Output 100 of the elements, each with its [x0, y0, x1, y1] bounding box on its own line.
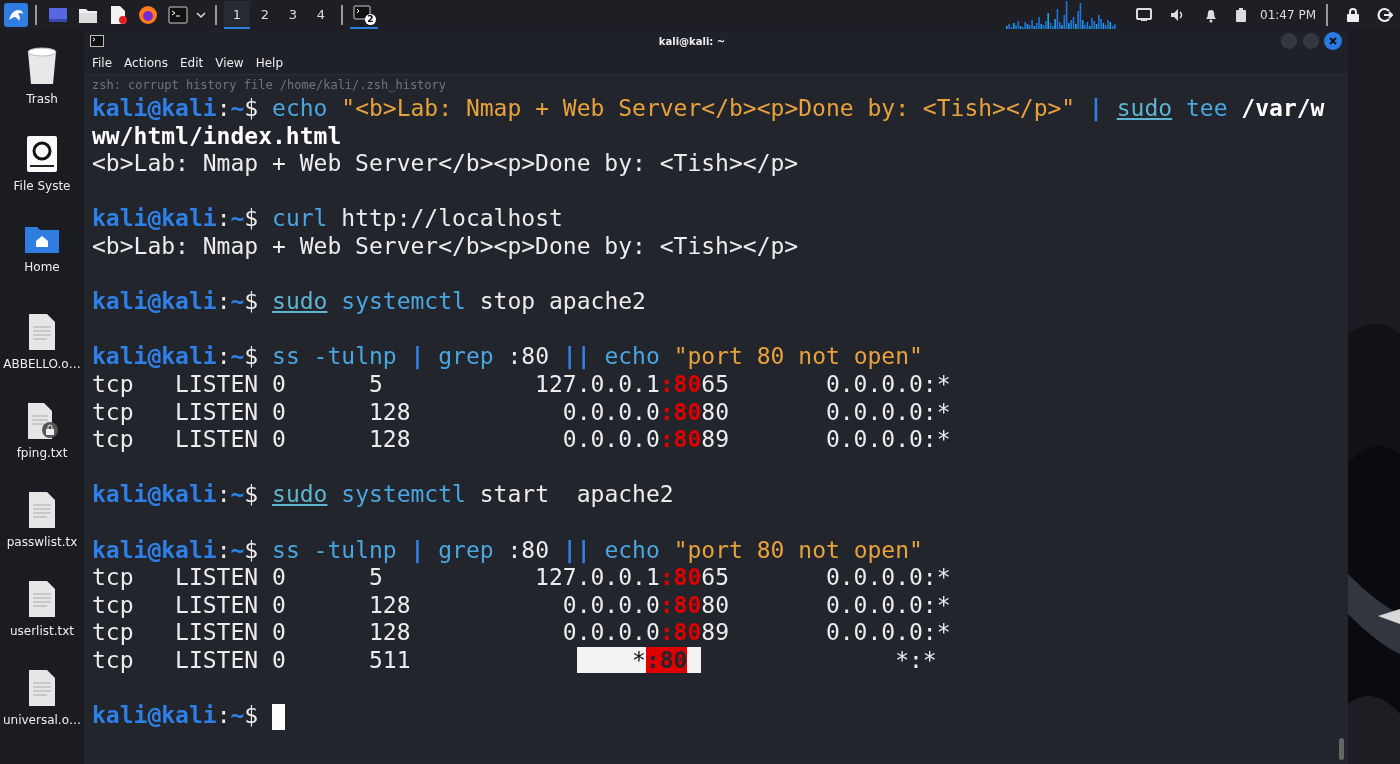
prompt-user: ~ — [230, 288, 245, 315]
bell-icon[interactable] — [1203, 7, 1219, 23]
menu-item[interactable]: File — [92, 56, 113, 70]
workspace-tab[interactable]: 3 — [280, 1, 306, 29]
terminal-text: *:* — [894, 646, 937, 673]
text-file-icon[interactable] — [27, 491, 57, 529]
terminal-text: start apache2 — [478, 481, 674, 508]
terminal-text: tcp LISTEN 0 128 0.0.0.0 — [92, 591, 660, 618]
file-label[interactable]: universal.o… — [2, 713, 82, 727]
sudo-word: sudo — [272, 481, 328, 508]
drive-icon[interactable] — [26, 135, 58, 173]
terminal-text: $ — [244, 343, 260, 370]
terminal-text: $ — [244, 95, 260, 121]
close-button[interactable] — [1324, 32, 1342, 50]
command-word: ss -tulnp — [272, 536, 397, 563]
document-icon — [109, 5, 127, 25]
file-label[interactable]: Home — [24, 260, 60, 274]
terminal-text: tcp LISTEN 0 128 0.0.0.0 — [92, 619, 660, 646]
terminal-text: 80 0.0.0.0:* — [701, 591, 951, 618]
pipe-operator: | — [1088, 95, 1104, 121]
prompt-user: kali@kali — [92, 95, 217, 121]
prompt-user: ~ — [230, 536, 245, 563]
pipe-operator: || — [561, 536, 591, 563]
terminal-task-button[interactable]: 2 — [350, 1, 378, 29]
terminal-text: : — [216, 288, 231, 315]
terminal-text: $ — [244, 702, 260, 729]
terminal-text: tcp LISTEN 0 5 127.0.0.1 — [92, 564, 660, 591]
command-word: tee — [1184, 95, 1228, 121]
match-highlight: :80 — [659, 398, 702, 425]
terminal-text: 80 0.0.0.0:* — [701, 398, 951, 425]
terminal-icon — [90, 35, 104, 47]
window-title: kali@kali: ~ — [657, 35, 727, 47]
app-menu-button[interactable] — [4, 3, 28, 27]
command-word: systemctl — [340, 481, 466, 508]
terminal-text: <b>Lab: Nmap + Web Server</b><p>Done by: <Tish></p> — [92, 150, 799, 177]
command-word: grep — [437, 343, 494, 370]
folder-icon — [78, 6, 98, 24]
workspace-tab[interactable]: 1 — [224, 1, 250, 29]
file-label[interactable]: File Syste — [13, 179, 71, 193]
terminal-text: :80 — [506, 343, 549, 370]
globe-icon — [138, 5, 158, 25]
terminal-text: tcp LISTEN 0 5 127.0.0.1 — [92, 370, 660, 397]
text-file-icon[interactable] — [27, 313, 57, 351]
prompt-user: ~ — [230, 343, 245, 370]
terminal-text: : — [216, 343, 231, 370]
terminal-text: tcp LISTEN 0 128 0.0.0.0 — [92, 426, 660, 453]
menu-item[interactable]: Actions — [124, 56, 168, 70]
terminal-text: : — [216, 702, 231, 729]
caret-icon[interactable] — [196, 11, 206, 19]
monitor-icon — [48, 6, 68, 24]
file-label[interactable]: userlist.txt — [9, 624, 75, 638]
display-icon[interactable] — [1135, 7, 1153, 23]
text-file-icon[interactable] — [27, 669, 57, 707]
prompt-user: ~ — [230, 95, 245, 121]
terminal-text: 65 0.0.0.0:* — [701, 564, 951, 591]
pipe-operator: | — [409, 536, 425, 563]
file-label[interactable]: Trash — [26, 92, 58, 106]
command-word: echo — [603, 536, 660, 563]
command-word: grep — [437, 536, 494, 563]
menu-item[interactable]: Edit — [179, 56, 204, 70]
text-file-icon[interactable] — [27, 580, 57, 618]
terminal-text: : — [216, 536, 231, 563]
terminal-text: $ — [244, 481, 260, 508]
terminal-text: tcp LISTEN 0 128 0.0.0.0 — [92, 398, 660, 425]
battery-icon[interactable] — [1235, 7, 1247, 23]
file-label[interactable]: ABBELLO.o… — [3, 357, 81, 371]
prompt-user: kali@kali — [92, 481, 217, 508]
path-argument: ww/html/index.html — [92, 122, 342, 149]
workspace-tab[interactable]: 2 — [252, 1, 278, 29]
scrollbar-thumb[interactable] — [1339, 738, 1344, 760]
terminal-text: 65 0.0.0.0:* — [701, 370, 951, 397]
file-label[interactable]: passwlist.tx — [6, 535, 78, 549]
home-folder-icon[interactable] — [24, 224, 60, 254]
clock[interactable]: 01:47 PM — [1260, 8, 1316, 22]
terminal-text: tcp LISTEN 0 511 — [92, 646, 412, 673]
match-highlight: :80 — [659, 564, 702, 591]
terminal-text: 89 0.0.0.0:* — [701, 426, 951, 453]
lock-icon[interactable] — [1345, 7, 1361, 23]
command-word: systemctl — [340, 288, 466, 315]
terminal-text: 89 0.0.0.0:* — [701, 619, 951, 646]
terminal-icon — [168, 6, 188, 24]
command-word: ss -tulnp — [272, 343, 397, 370]
match-highlight: :80 — [659, 619, 702, 646]
menu-item[interactable]: Help — [255, 56, 284, 70]
file-label[interactable]: fping.txt — [16, 446, 68, 460]
match-highlight: :80 — [659, 426, 702, 453]
prompt-user: kali@kali — [92, 536, 217, 563]
menu-item[interactable]: View — [215, 56, 244, 70]
terminal-text: :80 — [506, 536, 549, 563]
workspace-tab[interactable]: 4 — [308, 1, 334, 29]
string-literal: "port 80 not open" — [672, 343, 923, 370]
match-highlight: :80 — [659, 370, 702, 397]
command-word: echo — [272, 95, 328, 121]
prompt-user: kali@kali — [92, 205, 217, 232]
terminal-text: : — [216, 481, 231, 508]
prompt-user: kali@kali — [92, 343, 217, 370]
logout-icon[interactable] — [1377, 7, 1393, 23]
sudo-word: sudo — [1116, 95, 1173, 121]
string-literal: "port 80 not open" — [672, 536, 923, 563]
trash-icon[interactable] — [25, 46, 59, 86]
